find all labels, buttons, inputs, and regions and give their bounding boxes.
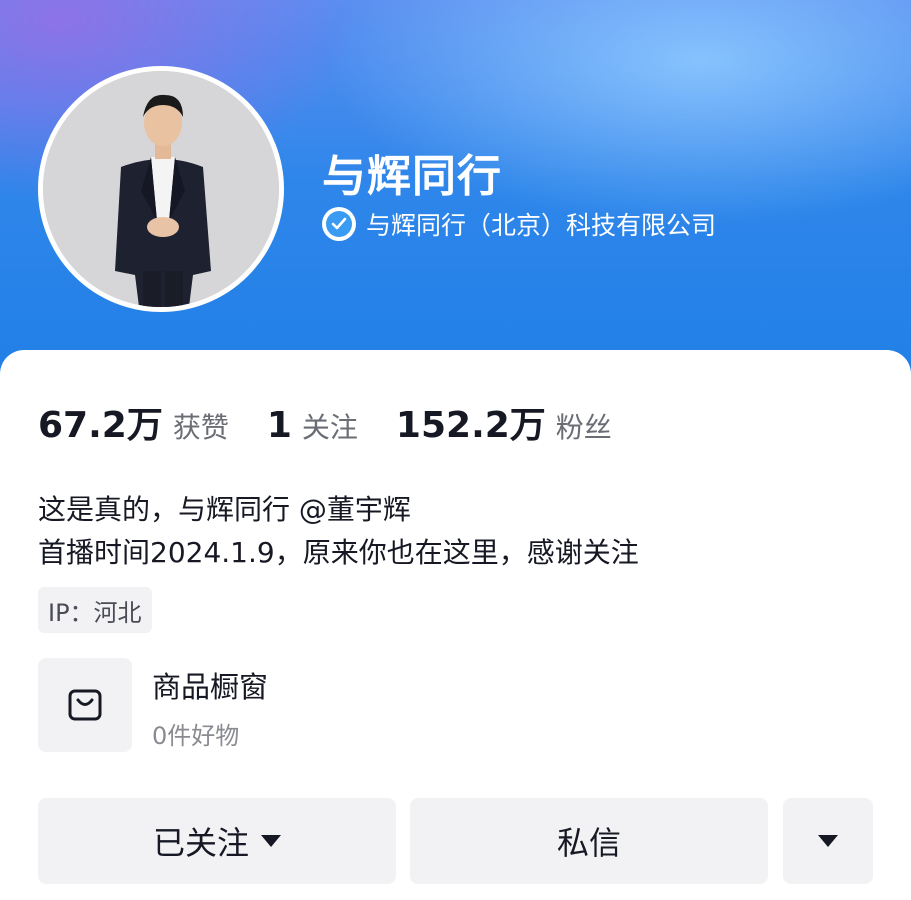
stat-following-label: 关注 <box>301 411 358 444</box>
shop-window-icon-box[interactable] <box>38 658 132 752</box>
bio: 这是真的，与辉同行 @董宇辉 首播时间2024.1.9，原来你也在这里，感谢关注 <box>38 488 639 574</box>
stat-following[interactable]: 1 关注 <box>267 405 358 446</box>
avatar[interactable] <box>38 66 284 312</box>
stat-followers[interactable]: 152.2万 粉丝 <box>396 396 612 448</box>
avatar-photo <box>43 71 279 307</box>
stat-likes-value: 67.2万 <box>38 405 163 446</box>
more-options-button[interactable] <box>783 798 873 884</box>
shopping-bag-icon <box>68 689 102 721</box>
bio-line-2: 首播时间2024.1.9，原来你也在这里，感谢关注 <box>38 536 639 569</box>
message-button[interactable]: 私信 <box>410 798 768 884</box>
verification-row: 与辉同行（北京）科技有限公司 <box>322 206 716 242</box>
profile-name: 与辉同行 <box>322 151 502 202</box>
stat-followers-label: 粉丝 <box>555 411 612 444</box>
caret-down-icon <box>261 835 281 847</box>
stat-followers-value: 152.2万 <box>395 405 546 446</box>
stat-following-value: 1 <box>266 405 292 446</box>
followed-button[interactable]: 已关注 <box>38 798 396 884</box>
shop-window-count: 0件好物 <box>152 722 240 750</box>
verified-check-icon <box>322 207 356 241</box>
stat-likes-label: 获赞 <box>172 411 229 444</box>
stat-likes[interactable]: 67.2万 获赞 <box>38 396 229 448</box>
stats-row: 67.2万 获赞 1 关注 152.2万 粉丝 <box>38 396 650 448</box>
message-button-label: 私信 <box>556 824 621 862</box>
shop-window-title[interactable]: 商品橱窗 <box>152 664 268 706</box>
verification-text: 与辉同行（北京）科技有限公司 <box>366 211 717 240</box>
caret-down-icon <box>818 835 838 847</box>
ip-location-tag: IP：河北 <box>38 587 152 633</box>
bio-line-1: 这是真的，与辉同行 @董宇辉 <box>38 493 411 526</box>
followed-button-label: 已关注 <box>152 824 249 862</box>
